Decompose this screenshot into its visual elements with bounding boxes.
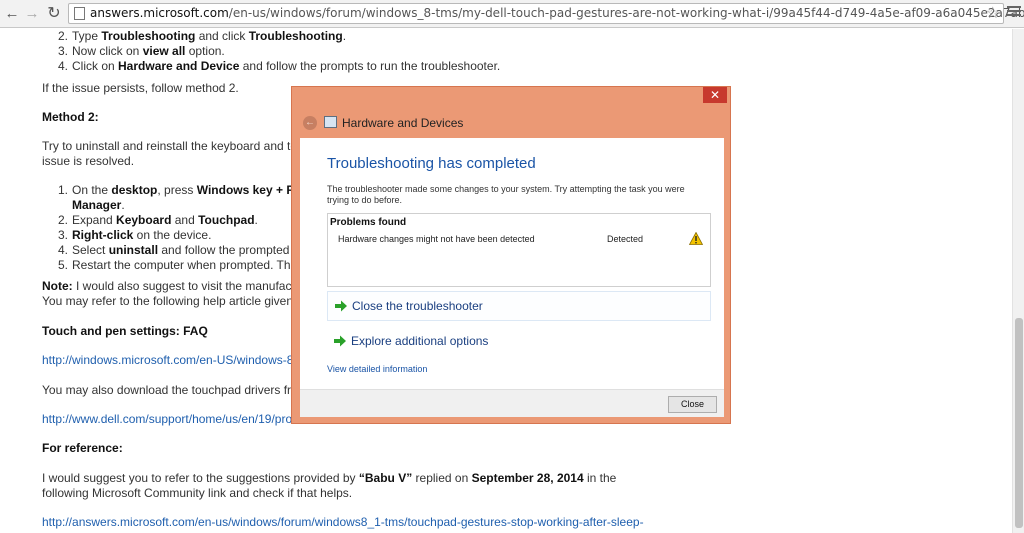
list-item: 1. On the desktop, press Windows key + R …	[58, 183, 309, 197]
problem-status: Detected	[607, 234, 644, 244]
troubleshooter-icon	[324, 116, 337, 128]
section-heading: Method 2:	[42, 110, 99, 124]
close-button[interactable]: Close	[668, 396, 717, 413]
list-item: 2. Type Troubleshooting and click Trouble…	[58, 29, 347, 43]
warning-icon	[689, 232, 703, 245]
paragraph: If the issue persists, follow method 2.	[42, 81, 239, 95]
list-item: 4. Click on Hardware and Device and follo…	[58, 59, 501, 73]
dialog-heading: Troubleshooting has completed	[327, 155, 536, 172]
article-link[interactable]: http://windows.microsoft.com/en-US/windo…	[42, 353, 300, 367]
green-arrow-icon	[334, 335, 346, 347]
paragraph: I would suggest you to refer to the sugg…	[42, 471, 617, 485]
explore-options-option[interactable]: Explore additional options	[327, 327, 711, 357]
page-scrollbar[interactable]	[1012, 29, 1024, 533]
bookmark-star-icon[interactable]: ☆	[986, 4, 1000, 23]
option-label: Close the troubleshooter	[352, 299, 483, 313]
list-item: 5. Restart the computer when prompted. Th…	[58, 258, 312, 272]
dialog-footer: Close	[300, 389, 724, 417]
paragraph: issue is resolved.	[42, 154, 135, 168]
note-paragraph: Note: I would also suggest to visit the …	[42, 279, 306, 293]
page-icon	[74, 7, 85, 20]
list-item: 3. Now click on view all option.	[58, 44, 225, 58]
address-bar[interactable]: answers.microsoft.com/en-us/windows/foru…	[68, 3, 1024, 24]
menu-icon[interactable]	[1007, 6, 1021, 20]
url-path: /en-us/windows/forum/windows_8-tms/my-de…	[228, 6, 1024, 20]
paragraph: following Microsoft Community link and c…	[42, 486, 353, 500]
view-details-link[interactable]: View detailed information	[327, 364, 427, 374]
article-link[interactable]: http://www.dell.com/support/home/us/en/1…	[42, 412, 298, 426]
list-item-continued: Manager.	[72, 198, 125, 212]
url-text[interactable]: answers.microsoft.com/en-us/windows/foru…	[90, 6, 1024, 20]
list-item: 3. Right-click on the device.	[58, 228, 212, 242]
section-heading: Touch and pen settings: FAQ	[42, 324, 208, 338]
back-arrow-icon[interactable]: ←	[303, 116, 317, 130]
dialog-description: The troubleshooter made some changes to …	[327, 184, 685, 205]
paragraph: Try to uninstall and reinstall the keybo…	[42, 139, 310, 153]
list-item: 2. Expand Keyboard and Touchpad.	[58, 213, 258, 227]
close-troubleshooter-option[interactable]: Close the troubleshooter	[327, 291, 711, 321]
browser-toolbar: ← → ↻ answers.microsoft.com/en-us/window…	[0, 0, 1024, 28]
close-icon[interactable]: ✕	[703, 87, 727, 103]
problem-description: Hardware changes might not have been det…	[338, 234, 535, 244]
list-item: 4. Select uninstall and follow the prompt…	[58, 243, 309, 257]
problems-header: Problems found	[330, 217, 407, 228]
problems-found-panel: Problems found Hardware changes might no…	[327, 213, 711, 287]
article-link[interactable]: http://answers.microsoft.com/en-us/windo…	[42, 515, 644, 529]
reload-icon[interactable]: ↻	[44, 4, 64, 24]
section-heading: For reference:	[42, 441, 123, 455]
dialog-title: Hardware and Devices	[342, 116, 464, 130]
scrollbar-thumb[interactable]	[1015, 318, 1023, 528]
url-host: answers.microsoft.com	[90, 6, 229, 20]
troubleshooter-dialog: ✕ ← Hardware and Devices Troubleshooting…	[291, 86, 731, 424]
dialog-body: Troubleshooting has completed The troubl…	[300, 138, 724, 417]
paragraph: You may refer to the following help arti…	[42, 294, 304, 308]
back-arrow-icon[interactable]: ←	[2, 4, 22, 24]
paragraph: You may also download the touchpad drive…	[42, 383, 308, 397]
option-label: Explore additional options	[351, 334, 489, 348]
green-arrow-icon	[335, 300, 347, 312]
forward-arrow-icon[interactable]: →	[22, 4, 42, 24]
